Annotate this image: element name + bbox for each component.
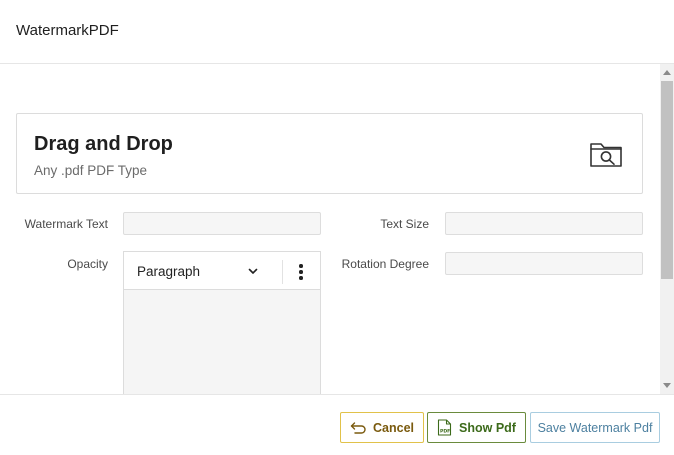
file-dropzone[interactable]: Drag and Drop Any .pdf PDF Type [16, 113, 643, 194]
text-size-input[interactable] [445, 212, 643, 235]
scroll-up-arrow-icon[interactable] [663, 70, 671, 75]
scroll-down-arrow-icon[interactable] [663, 383, 671, 388]
show-pdf-button-label: Show Pdf [459, 420, 516, 435]
rotation-degree-input[interactable] [445, 252, 643, 275]
folder-search-icon [590, 143, 622, 167]
save-watermark-pdf-button[interactable]: Save Watermark Pdf [530, 412, 660, 443]
format-select[interactable]: Paragraph [124, 252, 282, 290]
dropzone-subtitle: Any .pdf PDF Type [34, 163, 148, 178]
rotation-degree-label: Rotation Degree [341, 257, 429, 271]
save-button-label: Save Watermark Pdf [537, 420, 653, 435]
cancel-button[interactable]: Cancel [340, 412, 424, 443]
dropzone-title: Drag and Drop [34, 133, 173, 155]
more-vertical-icon[interactable] [290, 260, 312, 284]
undo-arrow-icon [350, 421, 366, 434]
dialog-footer: Cancel PDF Show Pdf Save Watermark Pdf [0, 394, 674, 455]
scroll-thumb[interactable] [661, 81, 673, 279]
opacity-editor[interactable]: Paragraph [123, 251, 321, 394]
dialog-header: WatermarkPDF [0, 0, 674, 64]
watermark-text-input[interactable] [123, 212, 321, 235]
show-pdf-button[interactable]: PDF Show Pdf [427, 412, 526, 443]
text-size-label: Text Size [380, 217, 429, 231]
cancel-button-label: Cancel [373, 420, 414, 435]
toolbar-divider [282, 260, 283, 284]
pdf-file-icon: PDF [437, 419, 452, 436]
opacity-label: Opacity [67, 257, 108, 271]
editor-toolbar: Paragraph [124, 252, 320, 290]
vertical-scrollbar[interactable] [660, 64, 674, 394]
format-select-value: Paragraph [137, 264, 201, 279]
chevron-down-icon [248, 268, 258, 274]
dialog-body: Drag and Drop Any .pdf PDF Type Watermar… [0, 64, 660, 394]
svg-text:PDF: PDF [440, 429, 450, 435]
dialog-title: WatermarkPDF [16, 22, 119, 39]
watermark-text-label: Watermark Text [24, 217, 108, 231]
